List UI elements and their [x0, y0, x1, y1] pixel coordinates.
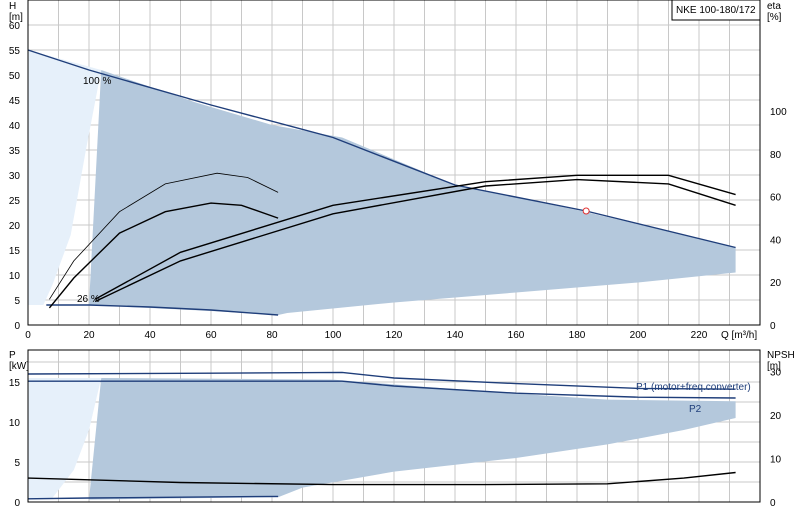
lower-panel: 0510150102030 P [kW] NPSH [m] P1 (motor+fr… — [9, 349, 795, 509]
upper-panel: 0 5 10 15 20 25 30 35 40 45 50 55 60 0 20 40 60 80 100 0 20 4… — [9, 0, 787, 341]
y-tick-label: 10 — [9, 418, 21, 429]
y-axis-label-h: H [m] — [9, 1, 23, 23]
y2-tick-label: 80 — [770, 150, 782, 161]
x-tick-label: 40 — [144, 330, 156, 341]
x-tick-label: 100 — [325, 330, 342, 341]
y-tick-label: 5 — [14, 296, 20, 307]
y-tick-label: 10 — [9, 271, 21, 282]
y2-tick-label: 0 — [770, 498, 776, 509]
x-tick-label: 220 — [691, 330, 708, 341]
x-axis-label: Q [m³/h] — [721, 330, 757, 341]
y2-axis-label-eta: eta [%] — [767, 1, 782, 23]
y2-tick-label: 20 — [770, 411, 782, 422]
p1-label: P1 (motor+freq.converter) — [636, 382, 751, 393]
y-tick-label: 0 — [14, 498, 20, 509]
y2-tick-label: 20 — [770, 278, 782, 289]
y2-tick-label: 0 — [770, 321, 776, 332]
y-tick-label: 25 — [9, 196, 21, 207]
y-tick-label: 35 — [9, 146, 21, 157]
x-tick-label: 200 — [630, 330, 647, 341]
y-tick-label: 15 — [9, 378, 21, 389]
x-tick-label: 0 — [25, 330, 31, 341]
y-axis-label-p: P [kW] — [9, 350, 29, 372]
x-tick-label: 60 — [205, 330, 217, 341]
y-tick-label: 0 — [14, 321, 20, 332]
operating-point-marker — [582, 207, 590, 215]
annotation-100-percent: 100 % — [83, 76, 111, 87]
y-tick-label: 30 — [9, 171, 21, 182]
y-tick-label: 50 — [9, 71, 21, 82]
x-tick-label: 120 — [386, 330, 403, 341]
x-tick-label: 140 — [447, 330, 464, 341]
pump-curve-chart: 0510152025303540455055600204060801000 20 4… — [9, 0, 795, 509]
y-tick-label: 55 — [9, 46, 21, 57]
y-tick-label: 40 — [9, 121, 21, 132]
chart-title: NKE 100-180/172 — [676, 5, 756, 16]
x-tick-label: 20 — [83, 330, 95, 341]
y2-tick-label: 100 — [770, 107, 787, 118]
y-tick-label: 15 — [9, 246, 21, 257]
y2-tick-label: 60 — [770, 193, 782, 204]
y-tick-label: 20 — [9, 221, 21, 232]
y-tick-label: 45 — [9, 96, 21, 107]
y-tick-label: 5 — [14, 458, 20, 469]
y2-tick-label: 40 — [770, 235, 782, 246]
y2-tick-label: 10 — [770, 455, 782, 466]
annotation-26-percent: 26 % — [77, 294, 100, 305]
p2-label: P2 — [689, 404, 702, 415]
x-tick-label: 80 — [266, 330, 278, 341]
x-tick-label: 180 — [569, 330, 586, 341]
x-tick-label: 160 — [508, 330, 525, 341]
